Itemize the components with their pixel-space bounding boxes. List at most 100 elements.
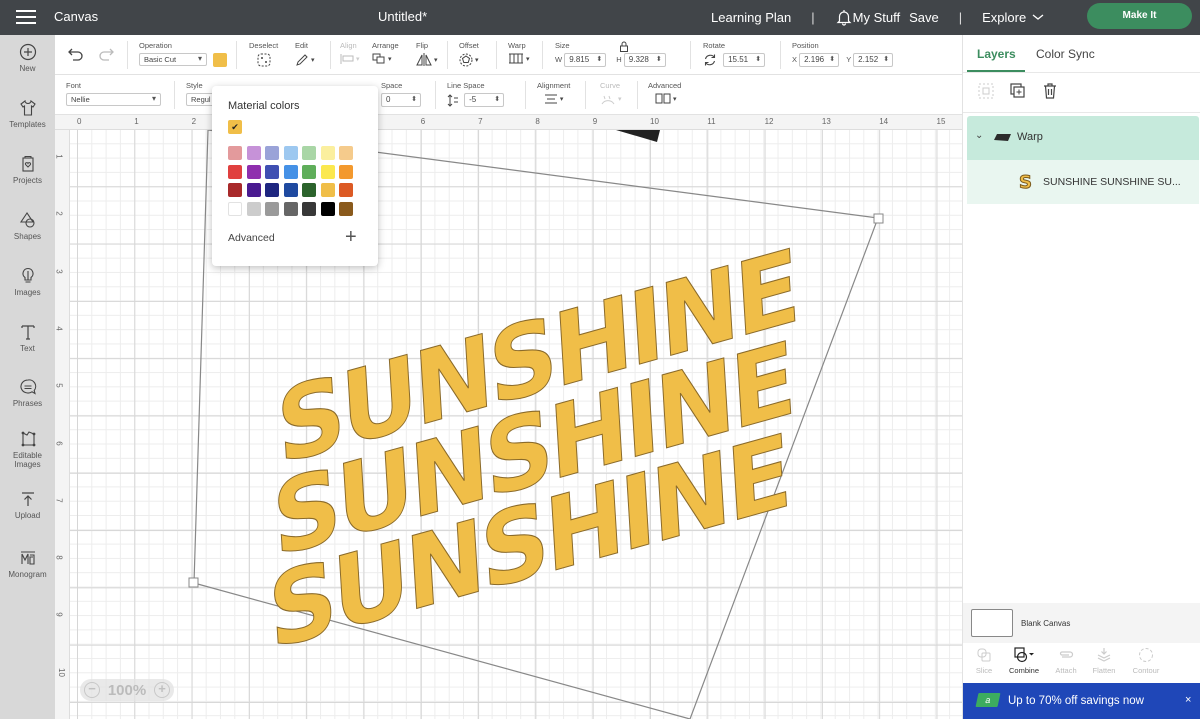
sidebar-item-phrases[interactable]: Phrases: [0, 378, 55, 408]
color-swatch[interactable]: [302, 146, 316, 160]
color-swatch[interactable]: [320, 201, 335, 216]
color-swatch[interactable]: [339, 146, 353, 160]
color-swatch[interactable]: [320, 183, 335, 197]
size-label: Size: [555, 41, 570, 50]
height-input[interactable]: 9.328 ⬍: [623, 53, 666, 67]
arrange-group[interactable]: Arrange ▾: [372, 41, 399, 67]
deselect-group[interactable]: Deselect: [249, 41, 278, 69]
combine-button[interactable]: Combine: [1003, 647, 1045, 675]
operation-select[interactable]: Basic Cut: [139, 53, 207, 66]
color-swatch[interactable]: [246, 201, 261, 216]
document-title[interactable]: Untitled*: [378, 9, 427, 24]
my-stuff-link[interactable]: My Stuff: [853, 10, 900, 25]
sidebar-item-images[interactable]: Images: [0, 267, 55, 297]
sidebar-item-label: Images: [14, 288, 41, 297]
sidebar-item-label: Phrases: [12, 399, 43, 408]
color-swatch[interactable]: [228, 164, 242, 179]
sidebar-item-projects[interactable]: Projects: [0, 155, 55, 185]
design-canvas[interactable]: SUNSHINE SUNSHINE SUNSHINE: [70, 130, 962, 719]
color-swatch[interactable]: [265, 201, 279, 216]
current-color-swatch[interactable]: ✔: [228, 120, 242, 134]
rotate-input[interactable]: 15.51 ⬍: [723, 53, 766, 67]
undo-icon[interactable]: [67, 47, 85, 61]
y-position-input[interactable]: 2.152 ⬍: [853, 53, 894, 67]
explore-dropdown[interactable]: Explore: [982, 10, 1026, 25]
ruler-tick-label: 14: [879, 117, 889, 126]
learning-plan-link[interactable]: Learning Plan: [711, 10, 791, 25]
color-swatch[interactable]: [228, 183, 242, 197]
edit-group[interactable]: Edit ▾: [295, 41, 315, 69]
redo-icon[interactable]: [97, 47, 115, 61]
ruler-tick-label: 9: [54, 612, 64, 618]
sidebar-item-upload[interactable]: Upload: [0, 490, 55, 520]
attach-button[interactable]: Attach: [1045, 647, 1087, 675]
lock-icon[interactable]: [619, 41, 629, 52]
color-swatch[interactable]: [246, 183, 261, 197]
color-swatch[interactable]: [320, 164, 335, 179]
zoom-in-icon[interactable]: +: [154, 682, 170, 698]
x-position-input[interactable]: 2.196 ⬍: [799, 53, 840, 67]
font-select[interactable]: Nellie: [66, 93, 161, 106]
save-button[interactable]: Save: [909, 10, 939, 25]
chevron-down-icon[interactable]: ⌄: [975, 130, 983, 141]
letter-space-input[interactable]: 0 ⬍: [381, 93, 421, 107]
width-input[interactable]: 9.815 ⬍: [564, 53, 607, 67]
contour-button[interactable]: Contour: [1125, 647, 1167, 675]
color-swatch[interactable]: [228, 201, 242, 216]
advanced-group[interactable]: Advanced ▾: [648, 81, 681, 106]
chevron-down-icon[interactable]: [1032, 12, 1044, 22]
layer-item-sunshine[interactable]: S SUNSHINE SUNSHINE SU...: [967, 160, 1199, 204]
flip-group[interactable]: Flip ▾: [416, 41, 438, 68]
color-swatch[interactable]: [339, 164, 353, 179]
sidebar-item-monogram[interactable]: Monogram: [0, 549, 55, 579]
color-swatch-button[interactable]: [213, 53, 228, 68]
hamburger-menu-icon[interactable]: [16, 10, 36, 24]
delete-trash-icon[interactable]: [1041, 82, 1059, 100]
sidebar-item-new[interactable]: New: [0, 43, 55, 73]
color-swatch[interactable]: [283, 183, 298, 197]
tab-color-sync[interactable]: Color Sync: [1036, 47, 1095, 61]
line-space-input[interactable]: -5 ⬍: [464, 93, 505, 107]
promo-banner[interactable]: a Up to 70% off savings now ×: [963, 683, 1200, 719]
sidebar-item-templates[interactable]: Templates: [0, 99, 55, 129]
zoom-out-icon[interactable]: −: [84, 682, 100, 698]
rotate-group: Rotate 15.51 ⬍: [703, 41, 766, 67]
color-swatch[interactable]: [283, 201, 298, 216]
add-color-plus-icon[interactable]: +: [345, 226, 357, 249]
close-icon[interactable]: ×: [1185, 694, 1191, 706]
make-it-button[interactable]: Make It: [1087, 3, 1192, 29]
warp-label: Warp: [508, 41, 526, 50]
color-swatch[interactable]: [302, 164, 316, 179]
color-swatch[interactable]: [228, 146, 242, 160]
color-swatch[interactable]: [320, 146, 335, 160]
color-swatch[interactable]: [246, 164, 261, 179]
warp-group[interactable]: Warp ▾: [508, 41, 530, 66]
duplicate-icon[interactable]: [1009, 82, 1027, 100]
color-swatch[interactable]: [283, 146, 298, 160]
resize-handle-bottom-left[interactable]: [188, 577, 199, 588]
color-swatch[interactable]: [265, 164, 279, 179]
color-swatch[interactable]: [265, 183, 279, 197]
color-swatch[interactable]: [283, 164, 298, 179]
bell-icon[interactable]: [835, 8, 853, 26]
color-swatch[interactable]: [302, 201, 316, 216]
color-swatch[interactable]: [246, 146, 261, 160]
color-swatch[interactable]: [339, 201, 353, 216]
slice-button[interactable]: Slice: [963, 647, 1005, 675]
blank-canvas-thumbnail[interactable]: [971, 609, 1013, 637]
offset-group[interactable]: Offset ▾: [459, 41, 479, 69]
rotate-handle[interactable]: [616, 130, 660, 142]
color-swatch[interactable]: [339, 183, 353, 197]
color-swatch[interactable]: [265, 146, 279, 160]
sidebar-item-editable-images[interactable]: Editable Images: [0, 430, 55, 469]
color-swatch[interactable]: [302, 183, 316, 197]
sidebar-item-text[interactable]: Text: [0, 323, 55, 353]
layer-group-warp[interactable]: ⌄ Warp: [967, 116, 1199, 160]
alignment-group[interactable]: Alignment ▾: [537, 81, 570, 107]
tab-layers[interactable]: Layers: [977, 47, 1016, 61]
flatten-button[interactable]: Flatten: [1083, 647, 1125, 675]
sidebar-item-label: Editable: [13, 451, 42, 460]
resize-handle-top-right[interactable]: [873, 213, 884, 224]
sidebar-item-shapes[interactable]: Shapes: [0, 211, 55, 241]
editable-images-icon: [21, 431, 35, 447]
